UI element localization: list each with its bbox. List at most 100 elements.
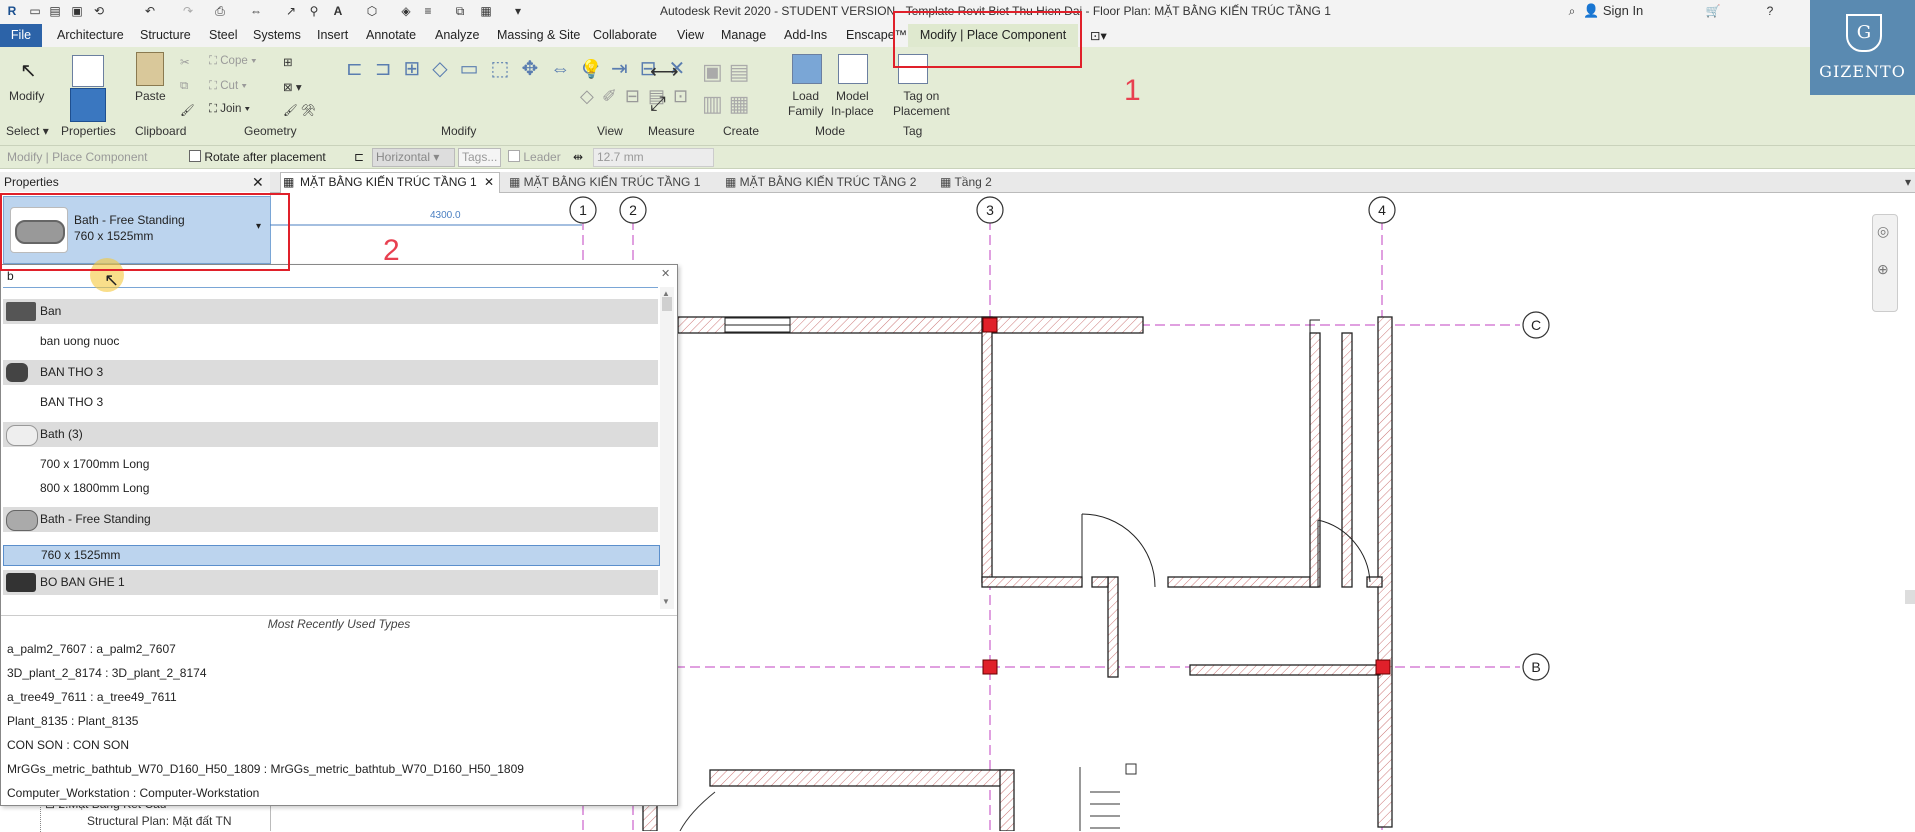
list-item-family[interactable]: Bath (3) xyxy=(3,422,658,447)
tag-on-placement-button[interactable]: Tag on Placement xyxy=(893,89,950,119)
leader-checkbox[interactable]: Leader xyxy=(508,150,561,164)
cut-geometry-icon[interactable]: ✂ xyxy=(180,55,190,69)
tab-systems[interactable]: Systems xyxy=(253,28,301,42)
rotate-checkbox-box[interactable] xyxy=(189,150,201,162)
wall-lower[interactable] xyxy=(709,769,1011,787)
load-family-icon[interactable] xyxy=(792,54,822,84)
wall-right[interactable] xyxy=(1377,316,1393,828)
properties-close-icon[interactable]: ✕ xyxy=(252,174,264,191)
help-icon[interactable]: ? xyxy=(1762,3,1778,19)
view-tab-close-icon[interactable]: ✕ xyxy=(484,175,494,189)
tab-architecture[interactable]: Architecture xyxy=(57,28,124,42)
paint-icon[interactable]: 🖌 ⚒ xyxy=(283,103,315,117)
undo-icon[interactable]: ↶ xyxy=(142,3,158,19)
tab-add-ins[interactable]: Add-Ins xyxy=(784,28,827,42)
view-tab-3[interactable]: ▦ MẶT BẰNG KIẾN TRÚC TẦNG 2 xyxy=(725,175,916,189)
open-folder-icon[interactable]: ▤ xyxy=(47,3,63,19)
orientation-select[interactable]: Horizontal ▾ xyxy=(372,148,455,167)
list-item-family[interactable]: BO BAN GHE 1 xyxy=(3,570,658,595)
tab-file[interactable]: File xyxy=(0,24,42,47)
save-icon[interactable]: ▣ xyxy=(69,3,85,19)
wall-stub[interactable] xyxy=(1107,576,1119,678)
column-b4[interactable] xyxy=(1375,659,1391,675)
wall-b[interactable] xyxy=(1189,664,1381,676)
select-group-label[interactable]: Select ▾ xyxy=(6,124,49,138)
3d-view-icon[interactable]: ⬡ xyxy=(364,3,380,19)
list-item-family[interactable]: BAN THO 3 xyxy=(3,360,658,385)
list-scrollbar-thumb[interactable] xyxy=(662,297,672,311)
zoom-icon[interactable]: ⊕ xyxy=(1877,261,1889,278)
search-clear-icon[interactable]: ✕ xyxy=(661,267,670,280)
properties-toggle-icon[interactable] xyxy=(70,88,106,122)
text-icon[interactable]: A xyxy=(330,3,346,19)
column-b3[interactable] xyxy=(982,659,998,675)
modify-button[interactable]: Modify xyxy=(9,89,44,103)
column-c3[interactable] xyxy=(982,317,998,333)
revit-app-icon[interactable]: R xyxy=(4,3,20,19)
list-item-type[interactable]: BAN THO 3 xyxy=(3,390,658,415)
wall-lower-right[interactable] xyxy=(999,769,1015,831)
mru-item[interactable]: 3D_plant_2_8174 : 3D_plant_2_8174 xyxy=(7,666,207,680)
scroll-up-icon[interactable]: ▲ xyxy=(662,289,670,298)
paste-icon[interactable] xyxy=(136,52,164,86)
sync-icon[interactable]: ⟲ xyxy=(91,3,107,19)
cope-button[interactable]: ⛶ Cope ▾ xyxy=(209,55,257,68)
model-inplace-button[interactable]: Model In-place xyxy=(831,89,874,119)
close-hidden-icon[interactable]: ⧉ xyxy=(452,3,468,19)
mru-item[interactable]: Plant_8135 : Plant_8135 xyxy=(7,714,138,728)
dimension-icon[interactable]: ↗ xyxy=(283,3,299,19)
wall-room-bottom-b[interactable] xyxy=(1091,576,1109,588)
info-search-icon[interactable]: ⌕ xyxy=(1564,3,1580,19)
measure-tools-icons[interactable]: ⟷ ⤢ xyxy=(650,56,700,120)
list-item-type[interactable]: 800 x 1800mm Long xyxy=(3,476,658,501)
tab-view[interactable]: View xyxy=(677,28,704,42)
leader-checkbox-box[interactable] xyxy=(508,150,520,162)
redo-icon[interactable]: ↷ xyxy=(180,3,196,19)
wall-joins-icon[interactable]: ⊠ ▾ xyxy=(283,80,302,94)
model-inplace-icon[interactable] xyxy=(838,54,868,84)
switch-windows-icon[interactable]: ▦ xyxy=(478,3,494,19)
view-tools-icons[interactable]: 💡◇✐⊟▤⊡ xyxy=(580,56,688,110)
print-icon[interactable]: ⎙ xyxy=(212,3,228,19)
ribbon-options-icon[interactable]: ⊡▾ xyxy=(1090,28,1107,43)
leader-length-input[interactable]: 12.7 mm xyxy=(593,148,714,167)
type-properties-icon[interactable] xyxy=(72,55,104,87)
mru-item[interactable]: a_palm2_7607 : a_palm2_7607 xyxy=(7,642,176,656)
scroll-down-icon[interactable]: ▼ xyxy=(662,597,670,606)
navigation-bar[interactable]: ◎ ⊕ xyxy=(1872,214,1898,312)
sign-in-button[interactable]: 👤 Sign In xyxy=(1583,3,1643,19)
open-icon[interactable]: ▭ xyxy=(27,3,43,19)
mru-item[interactable]: a_tree49_7611 : a_tree49_7611 xyxy=(7,690,177,704)
list-item-selected[interactable]: 760 x 1525mm xyxy=(3,545,660,566)
tags-button[interactable]: Tags... xyxy=(458,148,501,167)
mru-item[interactable]: Computer_Workstation : Computer-Workstat… xyxy=(7,786,259,800)
tab-annotate[interactable]: Annotate xyxy=(366,28,416,42)
mru-item[interactable]: CON SON : CON SON xyxy=(7,738,129,752)
list-item-family[interactable]: Bath - Free Standing xyxy=(3,507,658,532)
view-tabs-overflow-icon[interactable]: ▾ xyxy=(1905,175,1911,189)
tab-steel[interactable]: Steel xyxy=(209,28,238,42)
create-tools-icons[interactable]: ▣▤ ▥▦ xyxy=(702,56,772,120)
join-button[interactable]: ⛶ Join ▾ xyxy=(209,103,250,116)
qat-menu-icon[interactable]: ▾ xyxy=(510,3,526,19)
wall-room-bottom-a[interactable] xyxy=(981,576,1083,588)
split-face-icon[interactable]: ⊞ xyxy=(283,55,293,69)
tab-structure[interactable]: Structure xyxy=(140,28,191,42)
vertical-scrollbar-thumb[interactable] xyxy=(1905,590,1915,604)
thin-lines-icon[interactable]: ≡ xyxy=(420,3,436,19)
copy-clipboard-icon[interactable]: ⧉ xyxy=(180,80,188,93)
steering-wheel-icon[interactable]: ◎ xyxy=(1877,223,1889,240)
tab-manage[interactable]: Manage xyxy=(721,28,766,42)
wall-room-bottom-c[interactable] xyxy=(1167,576,1319,588)
paste-button[interactable]: Paste xyxy=(135,89,166,103)
wall-left-room[interactable] xyxy=(981,316,993,583)
tag-icon[interactable]: ⚲ xyxy=(306,3,322,19)
list-scrollbar[interactable]: ▲ ▼ xyxy=(660,287,674,609)
tab-insert[interactable]: Insert xyxy=(317,28,348,42)
view-tab-4[interactable]: ▦ Tầng 2 xyxy=(940,175,992,189)
load-family-button[interactable]: Load Family xyxy=(788,89,823,119)
rotate-after-placement-checkbox[interactable]: Rotate after placement xyxy=(189,150,326,164)
list-item-type[interactable]: 700 x 1700mm Long xyxy=(3,452,658,477)
section-icon[interactable]: ◈ xyxy=(398,3,414,19)
browser-item-structural-plan[interactable]: Structural Plan: Mặt đất TN xyxy=(87,814,232,828)
